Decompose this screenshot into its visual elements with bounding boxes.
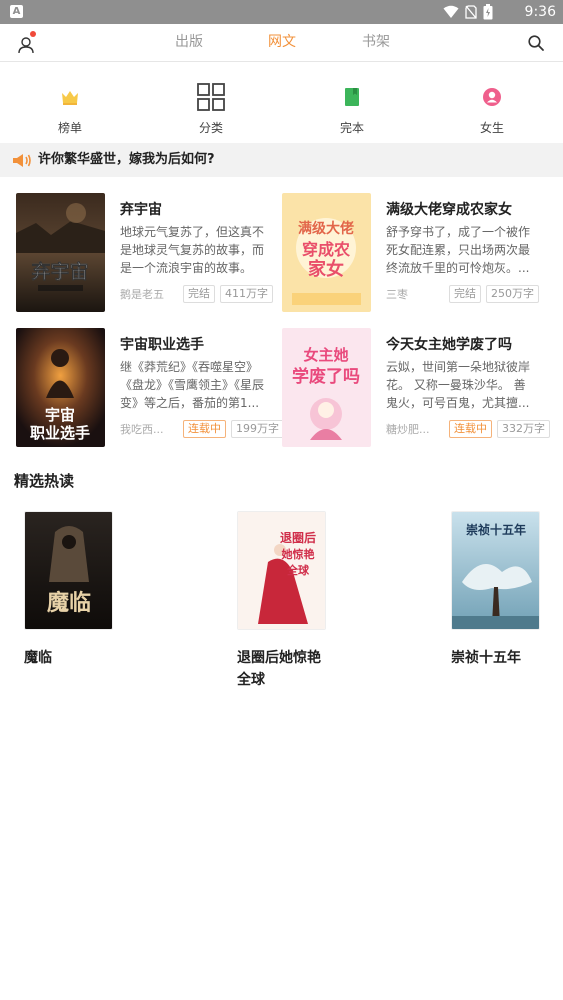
category-female[interactable]: 女生 [452, 80, 532, 136]
grid-icon [197, 83, 225, 111]
word-count-badge: 411万字 [220, 285, 273, 303]
svg-text:崇祯十五年: 崇祯十五年 [466, 522, 526, 537]
book-meta: 糖炒肥... 连载中 332万字 [386, 420, 550, 438]
category-row: 榜单 分类 完本 女生 [0, 62, 563, 143]
svg-text:宇宙: 宇宙 [45, 406, 75, 424]
featured-book-title: 魔临 [24, 650, 52, 666]
status-icons [443, 4, 493, 20]
svg-text:女主她: 女主她 [303, 346, 348, 364]
category-completed[interactable]: 完本 [312, 80, 392, 136]
notification-dot [30, 31, 36, 37]
svg-text:退圈后: 退圈后 [280, 530, 316, 545]
category-label: 女生 [479, 121, 504, 135]
tab-web-novel[interactable]: 网文 [268, 32, 296, 52]
word-count-badge: 332万字 [497, 420, 550, 438]
category-label: 榜单 [57, 121, 82, 135]
crown-icon [62, 91, 78, 105]
book-meta: 我吃西... 连载中 199万字 [120, 420, 284, 438]
book-cover[interactable]: 崇祯十五年 [451, 511, 540, 630]
category-ranking[interactable]: 榜单 [30, 80, 110, 136]
svg-text:她惊艳: 她惊艳 [282, 547, 315, 561]
female-icon [483, 88, 501, 106]
word-count-badge: 250万字 [486, 285, 539, 303]
book-card[interactable]: 宇宙 职业选手 宇宙职业选手 继《莽荒纪》《吞噬星空》《盘龙》《雪鹰领主》《星辰… [16, 328, 284, 450]
featured-book[interactable]: 魔临 魔临 [24, 511, 124, 669]
top-nav: 出版 网文 书架 [0, 24, 563, 62]
status-badge: 完结 [183, 285, 215, 303]
book-card[interactable]: 满级大佬 穿成农 家女 满级大佬穿成农家女 舒予穿书了，成了一个被作死女配连累，… [282, 193, 542, 315]
book-title: 弃宇宙 [120, 202, 162, 218]
book-title: 宇宙职业选手 [120, 337, 204, 353]
status-badge: 完结 [449, 285, 481, 303]
book-card[interactable]: 女主她 学废了吗 今天女主她学废了吗 云姒，世间第一朵地狱彼岸花。 又称一曼珠沙… [282, 328, 550, 450]
book-cover[interactable]: 满级大佬 穿成农 家女 [282, 193, 371, 312]
speaker-icon [13, 154, 31, 167]
user-icon [18, 37, 34, 54]
no-sim-icon [465, 5, 477, 19]
svg-text:魔临: 魔临 [47, 590, 91, 616]
user-profile-button[interactable] [16, 31, 38, 55]
book-author: 糖炒肥... [386, 423, 430, 436]
section-title: 精选热读 [14, 472, 75, 490]
announcement-text: 许你繁华盛世，嫁我为后如何? [38, 152, 215, 167]
status-badge: 连载中 [183, 420, 226, 438]
svg-text:全球: 全球 [286, 563, 310, 577]
book-meta: 三枣 完结 250万字 [386, 285, 539, 303]
book-cover[interactable]: 女主她 学废了吗 [282, 328, 371, 447]
tab-publish[interactable]: 出版 [175, 32, 203, 52]
featured-book[interactable]: 退圈后 她惊艳 全球 退圈后她惊艳全球 [237, 511, 337, 691]
tab-bookshelf[interactable]: 书架 [362, 32, 390, 52]
app-notification-icon: A [10, 5, 23, 18]
book-author: 三枣 [386, 288, 408, 301]
book-meta: 鹅是老五 完结 411万字 [120, 285, 273, 303]
book-cover[interactable]: 弃宇宙 [16, 193, 105, 312]
svg-text:弃宇宙: 弃宇宙 [31, 260, 88, 283]
book-description: 云姒，世间第一朵地狱彼岸花。 又称一曼珠沙华。 善鬼火，可号百鬼，尤其擅... [386, 360, 531, 410]
featured-book-title: 退圈后她惊艳全球 [237, 650, 321, 688]
book-author: 鹅是老五 [120, 288, 164, 301]
book-cover[interactable]: 退圈后 她惊艳 全球 [237, 511, 326, 630]
book-cover[interactable]: 宇宙 职业选手 [16, 328, 105, 447]
svg-text:职业选手: 职业选手 [30, 424, 90, 442]
wifi-icon [443, 5, 459, 18]
book-description: 地球元气复苏了，但这真不是地球灵气复苏的故事，而是一个流浪宇宙的故事。 [120, 225, 265, 275]
book-icon [345, 88, 359, 106]
featured-book-title: 崇祯十五年 [451, 650, 521, 666]
category-label: 分类 [198, 121, 223, 135]
book-description: 继《莽荒纪》《吞噬星空》《盘龙》《雪鹰领主》《星辰变》等之后，番茄的第1... [120, 360, 265, 410]
book-description: 舒予穿书了，成了一个被作死女配连累，只出场两次最终流放千里的可怜炮灰。... [386, 225, 531, 275]
category-label: 完本 [339, 121, 364, 135]
svg-text:满级大佬: 满级大佬 [298, 220, 354, 237]
svg-text:穿成农: 穿成农 [302, 240, 350, 259]
svg-text:家女: 家女 [308, 258, 344, 280]
book-title: 满级大佬穿成农家女 [386, 202, 512, 218]
book-author: 我吃西... [120, 423, 164, 436]
announcement-bar[interactable]: 许你繁华盛世，嫁我为后如何? [0, 143, 563, 177]
book-card[interactable]: 弃宇宙 弃宇宙 地球元气复苏了，但这真不是地球灵气复苏的故事，而是一个流浪宇宙的… [16, 193, 276, 315]
battery-icon [483, 4, 493, 20]
book-title: 今天女主她学废了吗 [386, 337, 512, 353]
search-button[interactable] [527, 34, 545, 52]
status-badge: 连载中 [449, 420, 492, 438]
clock: 9:36 [524, 4, 556, 20]
featured-book[interactable]: 崇祯十五年 崇祯十五年 [451, 511, 551, 669]
svg-text:学废了吗: 学废了吗 [292, 366, 360, 387]
book-cover[interactable]: 魔临 [24, 511, 113, 630]
status-bar: A 9:36 [0, 0, 563, 24]
category-classify[interactable]: 分类 [171, 80, 251, 136]
word-count-badge: 199万字 [231, 420, 284, 438]
search-icon [528, 35, 544, 51]
